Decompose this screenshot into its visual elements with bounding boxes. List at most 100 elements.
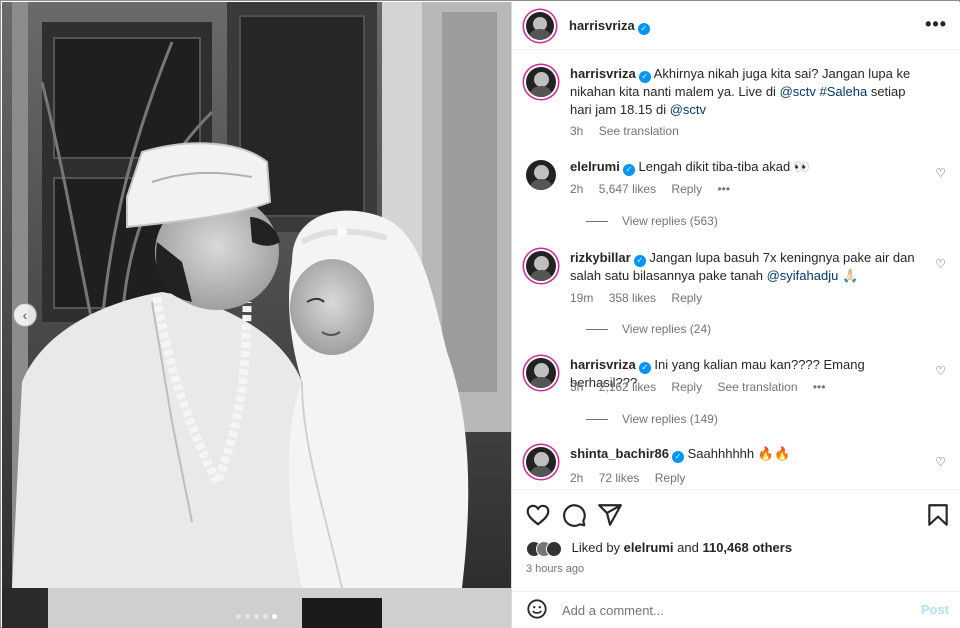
comment-meta: 2h 72 likes Reply bbox=[570, 471, 697, 485]
comment-heart-icon[interactable]: ♡ bbox=[935, 455, 946, 469]
post-comment-button[interactable]: Post bbox=[921, 602, 949, 617]
comment-heart-icon[interactable]: ♡ bbox=[935, 166, 946, 180]
carousel-dot bbox=[263, 614, 268, 619]
likes-summary: Liked by elelrumi and 110,468 others bbox=[526, 540, 792, 557]
post-photo[interactable]: ‹ bbox=[2, 2, 511, 628]
view-replies-label[interactable]: View replies (563) bbox=[622, 214, 718, 228]
verified-badge-icon: ✓ bbox=[622, 164, 635, 176]
reply-button[interactable]: Reply bbox=[671, 291, 702, 305]
comment-time: 19m bbox=[570, 291, 594, 305]
share-icon[interactable] bbox=[597, 502, 623, 528]
comment-username[interactable]: harrisvriza bbox=[570, 357, 636, 372]
carousel-dot bbox=[254, 614, 259, 619]
likes-count[interactable]: 110,468 others bbox=[702, 540, 792, 555]
replies-divider bbox=[586, 419, 608, 421]
comment-likes[interactable]: 2,162 likes bbox=[599, 380, 656, 394]
caption-link[interactable]: #Saleha bbox=[820, 84, 868, 99]
see-translation-link[interactable]: See translation bbox=[717, 380, 797, 394]
comment-more-icon[interactable]: ••• bbox=[813, 380, 826, 394]
comment-meta: 3h 2,162 likes Reply See translation ••• bbox=[570, 380, 837, 394]
fire-emoji-icon: 🔥🔥 bbox=[757, 446, 791, 461]
reply-button[interactable]: Reply bbox=[671, 380, 702, 394]
eyes-emoji-icon: 👀 bbox=[793, 159, 811, 174]
comment-text: elelrumi ✓ Lengah dikit tiba-tiba akad 👀 bbox=[570, 158, 930, 176]
bookmark-icon[interactable] bbox=[925, 502, 951, 528]
view-replies-label[interactable]: View replies (24) bbox=[622, 322, 711, 336]
smiley-icon[interactable] bbox=[526, 598, 548, 620]
carousel-dot bbox=[236, 614, 241, 619]
author-username-text[interactable]: harrisvriza bbox=[569, 18, 635, 33]
author-avatar[interactable] bbox=[526, 12, 554, 40]
comment-username[interactable]: shinta_bachir86 bbox=[570, 446, 669, 461]
view-replies-button[interactable]: View replies (24) bbox=[586, 322, 711, 336]
verified-badge-icon: ✓ bbox=[638, 71, 651, 83]
carousel-dots bbox=[236, 614, 277, 619]
post-timestamp[interactable]: 3 hours ago bbox=[526, 563, 584, 575]
heart-icon[interactable] bbox=[525, 502, 551, 528]
chevron-left-icon: ‹ bbox=[22, 307, 28, 323]
comment-likes[interactable]: 72 likes bbox=[599, 471, 640, 485]
comment-avatar[interactable] bbox=[526, 447, 556, 477]
verified-badge-icon: ✓ bbox=[672, 451, 684, 463]
comment-icon[interactable] bbox=[561, 502, 587, 528]
carousel-prev-button[interactable]: ‹ bbox=[13, 303, 37, 327]
post-header: harrisvriza ✓ ••• bbox=[512, 2, 960, 50]
verified-badge-icon: ✓ bbox=[633, 255, 646, 267]
caption-link[interactable]: @sctv bbox=[780, 84, 816, 99]
comment-text: rizkybillar ✓ Jangan lupa basuh 7x kening… bbox=[570, 249, 930, 285]
comment-avatar[interactable] bbox=[526, 160, 556, 190]
comment-item: shinta_bachir86 ✓ Saahhhhhh 🔥🔥 ♡ 2h 72 li… bbox=[524, 445, 946, 489]
comment-more-icon[interactable]: ••• bbox=[717, 182, 730, 196]
verified-badge-icon: ✓ bbox=[637, 23, 650, 35]
comment-text: shinta_bachir86 ✓ Saahhhhhh 🔥🔥 bbox=[570, 445, 930, 463]
view-replies-button[interactable]: View replies (149) bbox=[586, 412, 718, 426]
comment-item: harrisvriza ✓ Ini yang kalian mau kan????… bbox=[524, 356, 946, 436]
liked-by-user[interactable]: elelrumi bbox=[624, 540, 674, 555]
pray-emoji-icon: 🙏🏻 bbox=[841, 268, 859, 283]
replies-divider bbox=[586, 329, 608, 331]
caption-link[interactable]: @sctv bbox=[670, 102, 706, 117]
reply-button[interactable]: Reply bbox=[655, 471, 686, 485]
carousel-dot bbox=[245, 614, 250, 619]
comment-likes[interactable]: 5,647 likes bbox=[599, 182, 656, 196]
see-translation-link[interactable]: See translation bbox=[599, 124, 679, 138]
comment-avatar[interactable] bbox=[526, 358, 556, 388]
comment-item: rizkybillar ✓ Jangan lupa basuh 7x kening… bbox=[524, 249, 946, 339]
comment-item: elelrumi ✓ Lengah dikit tiba-tiba akad 👀 … bbox=[524, 158, 946, 238]
comments-list[interactable]: harrisvriza ✓ Akhirnya nikah juga kita sa… bbox=[512, 51, 960, 489]
comment-body: Saahhhhhh bbox=[687, 446, 755, 461]
comment-heart-icon[interactable]: ♡ bbox=[935, 257, 946, 271]
add-comment-bar: Post bbox=[512, 591, 960, 628]
comment-meta: 19m 358 likes Reply bbox=[570, 291, 714, 305]
comment-meta: 2h 5,647 likes Reply ••• bbox=[570, 182, 742, 196]
view-replies-label[interactable]: View replies (149) bbox=[622, 412, 718, 426]
comment-input[interactable] bbox=[562, 600, 882, 620]
caption-avatar[interactable] bbox=[526, 67, 556, 97]
reply-button[interactable]: Reply bbox=[671, 182, 702, 196]
comment-time: 3h bbox=[570, 380, 584, 394]
caption-meta: 3h See translation bbox=[570, 124, 691, 138]
comment-username[interactable]: rizkybillar bbox=[570, 250, 631, 265]
caption-text: harrisvriza ✓ Akhirnya nikah juga kita sa… bbox=[570, 65, 930, 119]
replies-divider bbox=[586, 221, 608, 223]
comment-time: 2h bbox=[570, 182, 584, 196]
comment-avatar[interactable] bbox=[526, 251, 556, 281]
author-username[interactable]: harrisvriza ✓ bbox=[569, 18, 650, 35]
view-replies-button[interactable]: View replies (563) bbox=[586, 214, 718, 228]
more-options-icon[interactable]: ••• bbox=[925, 14, 947, 35]
caption-username[interactable]: harrisvriza bbox=[570, 66, 636, 81]
liker-avatar bbox=[546, 540, 562, 557]
mention-link[interactable]: @syifahadju bbox=[767, 268, 839, 283]
comment-time: 2h bbox=[570, 471, 584, 485]
post-actions: Liked by elelrumi and 110,468 others 3 h… bbox=[512, 489, 960, 599]
comment-likes[interactable]: 358 likes bbox=[609, 291, 656, 305]
comment-username[interactable]: elelrumi bbox=[570, 159, 620, 174]
post-window: ‹ harrisvriza ✓ ••• harrisvriza ✓ Akhirny bbox=[0, 0, 960, 628]
likes-and: and bbox=[673, 540, 703, 555]
comment-body: Lengah dikit tiba-tiba akad bbox=[638, 159, 791, 174]
comment-heart-icon[interactable]: ♡ bbox=[935, 364, 946, 378]
post-sidebar: harrisvriza ✓ ••• harrisvriza ✓ Akhirnya n… bbox=[511, 2, 960, 628]
wedding-photo-illustration bbox=[2, 2, 511, 628]
caption-time: 3h bbox=[570, 124, 584, 138]
carousel-dot bbox=[272, 614, 277, 619]
